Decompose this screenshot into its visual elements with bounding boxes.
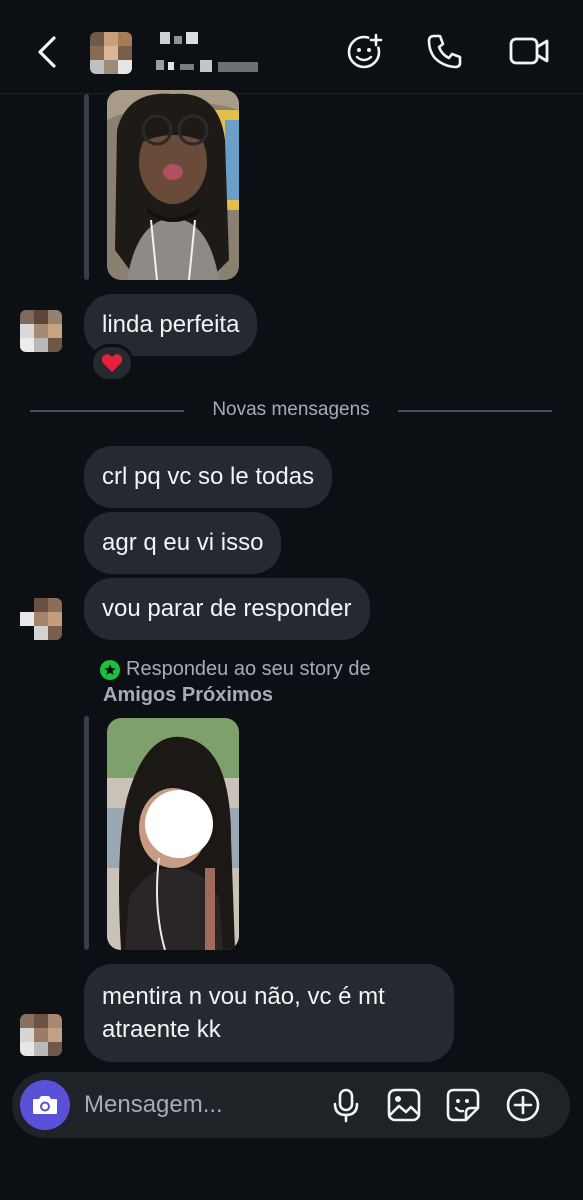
reply-note-text: Respondeu ao seu story de <box>126 658 371 680</box>
message-composer <box>12 1072 570 1138</box>
phone-icon <box>427 34 462 69</box>
divider-line-left <box>30 410 184 412</box>
more-options-button[interactable] <box>505 1087 541 1123</box>
story-thumbnail[interactable] <box>107 718 239 950</box>
voice-message-button[interactable] <box>328 1087 364 1123</box>
message-bubble[interactable]: crl pq vc so le todas <box>84 446 333 508</box>
story-reply-note: Respondeu ao seu story de <box>100 658 371 681</box>
message-text: agr q eu vi isso <box>102 529 264 556</box>
image-icon <box>387 1088 421 1122</box>
chevron-left-icon <box>38 36 56 68</box>
effects-button[interactable] <box>344 30 386 72</box>
back-button[interactable] <box>30 32 64 72</box>
story-photo-selfie <box>107 718 239 950</box>
sticker-button[interactable] <box>445 1087 481 1123</box>
sender-avatar[interactable] <box>20 598 62 640</box>
message-bubble[interactable]: vou parar de responder <box>84 578 370 640</box>
avatar[interactable] <box>90 32 132 74</box>
message-input[interactable] <box>84 1088 304 1122</box>
sender-avatar[interactable] <box>20 1014 62 1056</box>
sticker-icon <box>446 1088 480 1122</box>
camera-button[interactable] <box>20 1080 70 1130</box>
chat-header <box>0 0 583 94</box>
new-messages-divider: Novas mensagens <box>212 399 370 420</box>
voice-call-button[interactable] <box>424 30 466 72</box>
plus-icon <box>506 1088 540 1122</box>
close-friends-label: Amigos Próximos <box>103 684 274 706</box>
message-thread[interactable]: linda perfeita ❤️ Novas mensagens crl pq… <box>0 90 583 1070</box>
reply-quote-bar <box>84 716 89 950</box>
video-call-button[interactable] <box>508 30 550 72</box>
microphone-icon <box>333 1088 359 1123</box>
sender-avatar[interactable] <box>20 310 62 352</box>
reaction-badge[interactable]: ❤️ <box>90 344 134 382</box>
message-bubble[interactable]: agr q eu vi isso <box>84 512 282 574</box>
pixelated-name-blocks <box>156 32 258 72</box>
sparkle-face-icon <box>347 33 383 69</box>
close-friends-star-icon <box>100 659 120 680</box>
video-camera-icon <box>509 37 549 65</box>
story-photo-selfie <box>107 90 239 280</box>
message-text: mentira n vou não, vc é mt atraente kk <box>102 983 385 1043</box>
message-text: crl pq vc so le todas <box>102 463 315 490</box>
message-text: vou parar de responder <box>102 595 352 622</box>
divider-line-right <box>398 410 552 412</box>
contact-name-redacted[interactable] <box>156 30 268 76</box>
gallery-button[interactable] <box>386 1087 422 1123</box>
red-heart-icon <box>101 354 123 373</box>
camera-icon <box>33 1096 57 1114</box>
story-thumbnail[interactable] <box>107 90 239 280</box>
message-bubble[interactable]: mentira n vou não, vc é mt atraente kk <box>84 964 454 1062</box>
reply-quote-bar <box>84 94 89 280</box>
message-text: linda perfeita <box>102 311 240 338</box>
